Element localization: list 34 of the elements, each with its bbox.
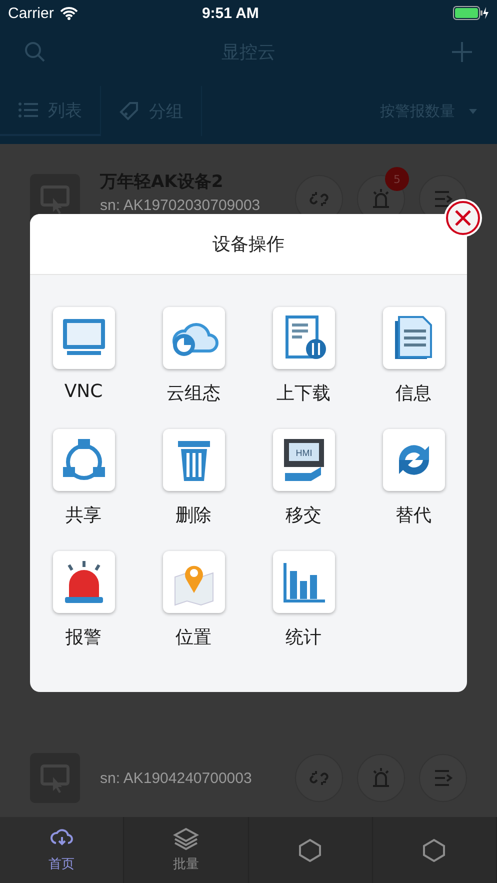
menu-arrow-icon [432, 767, 454, 789]
close-button[interactable] [446, 201, 480, 235]
action-item[interactable]: 信息 [358, 307, 468, 405]
tab-bar-item[interactable]: 批量 [124, 817, 248, 883]
tag-icon [119, 101, 139, 121]
hexagon-icon [297, 838, 324, 862]
status-time: 9:51 AM [200, 4, 260, 22]
action-item[interactable]: 报警 [28, 551, 138, 649]
carrier-name: Carrier [8, 4, 54, 22]
wifi-icon [60, 6, 78, 20]
action-item[interactable]: 删除 [138, 429, 248, 527]
siren-icon [370, 767, 392, 789]
caret-icon [469, 108, 477, 114]
action-item[interactable]: 统计 [248, 551, 358, 649]
action-item[interactable]: 上下载 [248, 307, 358, 405]
close-icon [454, 209, 472, 227]
action-item[interactable]: 共享 [28, 429, 138, 527]
add-icon[interactable] [451, 41, 473, 63]
action-item[interactable]: 位置 [138, 551, 248, 649]
siren-icon [370, 188, 392, 210]
device-icon [30, 753, 80, 803]
device-serial: sn: AK19702030709003 [100, 197, 262, 214]
dialog-title: 设备操作 [212, 233, 284, 256]
layers-icon [172, 827, 199, 851]
search-icon[interactable] [24, 41, 46, 63]
action-item[interactable]: VNC [28, 307, 138, 405]
action-item[interactable]: 替代 [358, 429, 468, 527]
action-item[interactable]: HMI 移交 [248, 429, 358, 527]
battery-icon [453, 6, 489, 20]
device-serial: sn: AK1904240700003 [100, 770, 253, 786]
menu-arrow-icon [432, 188, 454, 210]
list-icon [18, 101, 38, 119]
hexagon-icon [421, 838, 448, 862]
action-item[interactable]: 云组态 [138, 307, 248, 405]
